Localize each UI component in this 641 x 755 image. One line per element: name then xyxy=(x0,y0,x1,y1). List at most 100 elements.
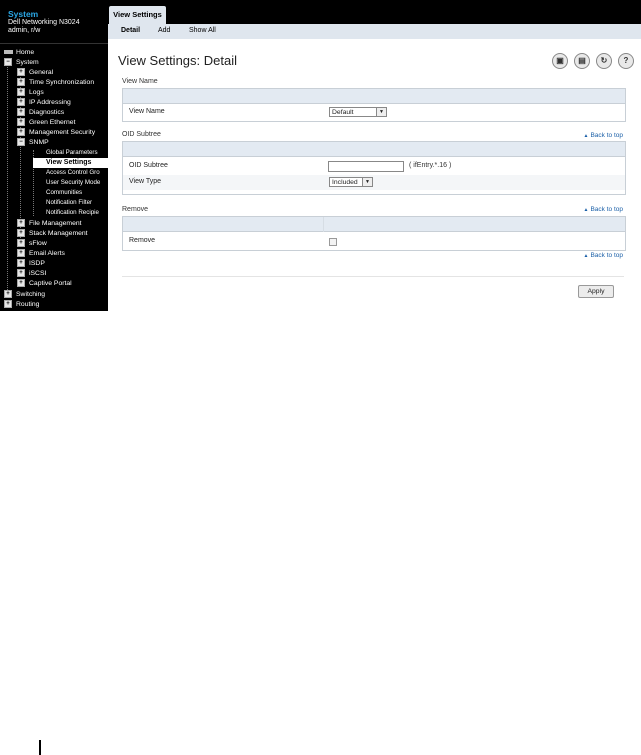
nav-time-sync[interactable]: + Time Synchronization xyxy=(17,78,94,88)
nav-notification-recipients[interactable]: Notification Recipie xyxy=(46,208,99,218)
view-name-selected: Default xyxy=(332,109,354,116)
nav-snmp-label: SNMP xyxy=(29,139,49,146)
nav-home-label: Home xyxy=(16,49,35,56)
expand-icon[interactable]: + xyxy=(4,300,12,309)
section-title-remove: Remove xyxy=(122,206,149,213)
nav-iscsi[interactable]: + iSCSI xyxy=(17,269,46,279)
expand-icon[interactable]: + xyxy=(4,290,12,299)
refresh-icon[interactable]: ↻ xyxy=(596,53,612,69)
expand-icon[interactable]: + xyxy=(17,229,25,238)
nav-management-security[interactable]: + Management Security xyxy=(17,128,95,138)
nav-captive-portal[interactable]: + Captive Portal xyxy=(17,279,72,289)
nav-general[interactable]: + General xyxy=(17,68,53,78)
nav-notification-filter[interactable]: Notification Filter xyxy=(46,198,92,208)
nav-file-management-label: File Management xyxy=(29,220,82,227)
nav-ip-addressing[interactable]: + IP Addressing xyxy=(17,98,71,108)
apply-button[interactable]: Apply xyxy=(578,285,614,298)
expand-icon[interactable]: + xyxy=(17,249,25,258)
nav-global-parameters[interactable]: Global Parameters xyxy=(46,148,98,158)
nav-switching[interactable]: + Switching xyxy=(4,290,45,300)
back-to-top-label: Back to top xyxy=(590,252,623,259)
section-title-oid-subtree: OID Subtree xyxy=(122,131,161,138)
view-name-select[interactable]: Default ▼ xyxy=(329,107,387,117)
tab-view-settings[interactable]: View Settings xyxy=(109,6,166,24)
oid-subtree-hint: ( ifEntry.*.16 ) xyxy=(409,162,452,169)
nav-routing[interactable]: + Routing xyxy=(4,300,39,310)
nav-stack-management[interactable]: + Stack Management xyxy=(17,229,88,239)
oid-subtree-label: OID Subtree xyxy=(129,162,168,169)
nav-switching-label: Switching xyxy=(16,291,46,298)
tab-show-all[interactable]: Show All xyxy=(189,27,216,34)
expand-icon[interactable]: + xyxy=(17,279,25,288)
nav-email-alerts[interactable]: + Email Alerts xyxy=(17,249,65,259)
page-title: View Settings: Detail xyxy=(118,53,237,68)
oid-subtree-input[interactable] xyxy=(328,161,404,172)
help-icon[interactable]: ? xyxy=(618,53,634,69)
dropdown-arrow-icon: ▼ xyxy=(362,178,372,186)
nav-isdp[interactable]: + ISDP xyxy=(17,259,45,269)
screenshot: System Dell Networking N3024 admin, r/w … xyxy=(0,0,641,311)
oid-subtree-row: OID Subtree ( ifEntry.*.16 ) xyxy=(123,159,625,174)
view-type-row: View Type Included ▼ xyxy=(123,175,625,190)
expand-icon[interactable]: + xyxy=(17,269,25,278)
column-separator xyxy=(323,217,324,232)
nav-access-control-group[interactable]: Access Control Gro xyxy=(46,168,100,178)
expand-icon[interactable]: + xyxy=(17,88,25,97)
nav-green-ethernet-label: Green Ethernet xyxy=(29,119,76,126)
panel-header xyxy=(123,217,625,232)
back-to-top-link[interactable]: ▲ Back to top xyxy=(584,206,623,213)
up-arrow-icon: ▲ xyxy=(583,207,589,213)
nav-diagnostics[interactable]: + Diagnostics xyxy=(17,108,64,118)
expand-icon[interactable]: + xyxy=(17,118,25,127)
tab-bar: View Settings xyxy=(108,5,641,24)
view-type-select[interactable]: Included ▼ xyxy=(329,177,373,187)
nav-ip-addressing-label: IP Addressing xyxy=(29,99,71,106)
expand-icon[interactable]: + xyxy=(17,108,25,117)
system-title: System xyxy=(8,9,39,19)
back-to-top-link[interactable]: ▲ Back to top xyxy=(584,252,623,259)
nav-system[interactable]: − System xyxy=(4,58,39,68)
main-content: View Settings Detail Add Show All View S… xyxy=(108,5,641,311)
collapse-icon[interactable]: − xyxy=(4,58,12,67)
collapse-icon[interactable]: − xyxy=(17,138,25,147)
tab-detail[interactable]: Detail xyxy=(121,27,140,34)
nav-user-security-model[interactable]: User Security Mode xyxy=(46,178,100,188)
nav-diagnostics-label: Diagnostics xyxy=(29,109,65,116)
nav-captive-portal-label: Captive Portal xyxy=(29,280,72,287)
nav-email-alerts-label: Email Alerts xyxy=(29,250,65,257)
tree-line xyxy=(7,60,8,292)
view-name-row: View Name Default ▼ xyxy=(123,105,625,120)
back-to-top-link[interactable]: ▲ Back to top xyxy=(584,132,623,139)
nav-logs-label: Logs xyxy=(29,89,44,96)
nav-sflow[interactable]: + sFlow xyxy=(17,239,47,249)
nav-view-settings[interactable]: View Settings xyxy=(33,158,108,168)
nav-snmp[interactable]: − SNMP xyxy=(17,138,49,148)
nav-home[interactable]: Home xyxy=(4,48,34,58)
nav-tree: Home − System + General + Time Synchronizat… xyxy=(0,43,108,311)
panel-header xyxy=(123,142,625,157)
tab-add[interactable]: Add xyxy=(158,27,170,34)
nav-iscsi-label: iSCSI xyxy=(29,270,47,277)
divider xyxy=(122,276,624,277)
print-icon[interactable]: ▤ xyxy=(574,53,590,69)
view-type-selected: Included xyxy=(332,179,358,186)
expand-icon[interactable]: + xyxy=(17,68,25,77)
up-arrow-icon: ▲ xyxy=(583,133,589,139)
expand-icon[interactable]: + xyxy=(17,219,25,228)
expand-icon[interactable]: + xyxy=(17,98,25,107)
nav-file-management[interactable]: + File Management xyxy=(17,219,82,229)
expand-icon[interactable]: + xyxy=(17,259,25,268)
dropdown-arrow-icon: ▼ xyxy=(376,108,386,116)
expand-icon[interactable]: + xyxy=(17,239,25,248)
expand-icon[interactable]: + xyxy=(17,78,25,87)
save-icon[interactable]: ▣ xyxy=(552,53,568,69)
sub-tab-bar: Detail Add Show All xyxy=(108,24,641,39)
remove-checkbox[interactable] xyxy=(329,238,337,246)
nav-routing-label: Routing xyxy=(16,301,40,308)
view-name-panel: View Name Default ▼ xyxy=(122,88,626,122)
nav-logs[interactable]: + Logs xyxy=(17,88,44,98)
expand-icon[interactable]: + xyxy=(17,128,25,137)
nav-communities[interactable]: Communities xyxy=(46,188,82,198)
home-icon xyxy=(4,50,13,55)
nav-green-ethernet[interactable]: + Green Ethernet xyxy=(17,118,75,128)
